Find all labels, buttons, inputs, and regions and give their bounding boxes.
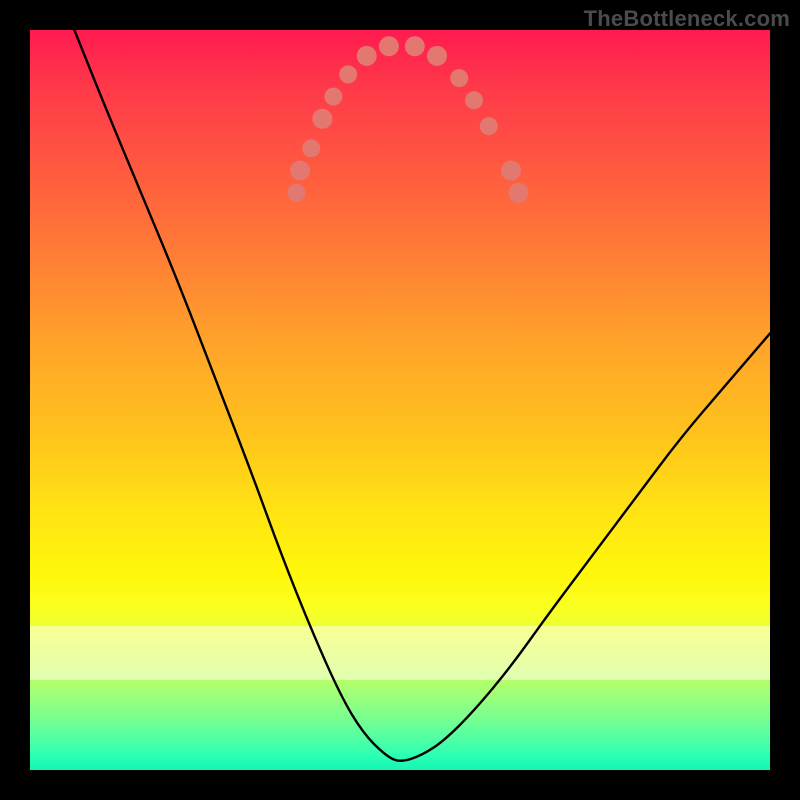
curve-marker: [501, 161, 521, 181]
watermark-text: TheBottleneck.com: [584, 6, 790, 32]
curve-marker: [339, 65, 357, 83]
curve-marker: [287, 184, 305, 202]
curve-marker: [450, 69, 468, 87]
curve-marker: [465, 91, 483, 109]
curve-marker: [379, 36, 399, 56]
bottleneck-curve: [74, 30, 770, 761]
curve-marker: [508, 183, 528, 203]
curve-marker: [405, 36, 425, 56]
plot-area: [30, 30, 770, 770]
curve-marker: [357, 46, 377, 66]
curve-marker: [302, 139, 320, 157]
curve-marker: [312, 109, 332, 129]
chart-frame: TheBottleneck.com: [0, 0, 800, 800]
curve-marker: [480, 117, 498, 135]
curve-marker: [324, 88, 342, 106]
curve-marker: [427, 46, 447, 66]
curve-marker: [290, 161, 310, 181]
curve-svg: [30, 30, 770, 770]
curve-markers: [287, 36, 528, 203]
